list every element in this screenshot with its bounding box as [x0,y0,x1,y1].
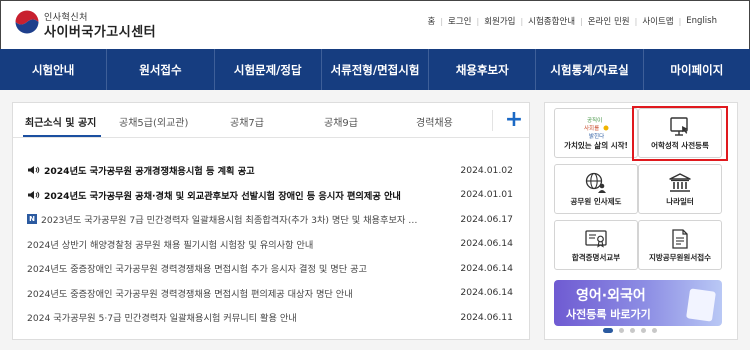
card-icon [686,288,716,322]
pagination-dot[interactable] [652,328,657,333]
list-item-title: 2024년도 국가공무원 공채·경채 및 외교관후보자 선발시험 장애인 등 응… [27,188,443,202]
list-item-title: 2024년도 중증장애인 국가공무원 경력경쟁채용 면접시험 편의제공 대상자 … [27,288,353,300]
divider [492,110,493,131]
utility-nav: 홈 | 로그인 | 회원가입 | 시험종합안내 | 온라인 민원 | 사이트맵 … [422,15,722,27]
quick-label: 공무원 인사제도 [570,197,622,206]
list-item[interactable]: 2024년 상반기 해양경찰청 공무원 채용 필기시험 시험장 및 유의사항 안… [13,232,529,257]
pagination-dot[interactable] [630,328,635,333]
document-icon [639,227,721,251]
quick-local-application[interactable]: 지방공무원원서접수 [638,220,722,270]
quick-personnel-system[interactable]: 공무원 인사제도 [554,164,638,214]
nav-statistics[interactable]: 시험통계/자료실 [535,49,642,90]
quick-label: 나라일터 [666,197,694,206]
util-link-home[interactable]: 홈 [422,15,440,27]
list-item[interactable]: 2024년도 중증장애인 국가공무원 경력경쟁채용 면접시험 추가 응시자 결정… [13,256,529,281]
banner-line1: 영어·외국어 [576,288,646,304]
list-item-text: 2024년도 국가공무원 공개경쟁채용시험 등 계획 공고 [44,166,255,178]
list-item-title: 2024 국가공무원 5·7급 민간경력자 일괄채용시험 커뮤니티 활용 안내 [27,313,297,325]
site-name[interactable]: 사이버국가고시센터 [44,21,156,40]
active-tab-indicator [23,135,101,137]
speaker-icon [28,190,40,199]
list-item[interactable]: 2024 국가공무원 5·7급 민간경력자 일괄채용시험 커뮤니티 활용 안내 … [13,305,529,330]
quick-label: 지방공무원원서접수 [648,253,712,262]
nav-candidates[interactable]: 채용후보자 [428,49,535,90]
language-registration-banner[interactable]: 영어·외국어 사전등록 바로가기 [554,280,722,326]
government-building-icon [639,171,721,195]
list-item-date: 2024.06.17 [460,213,513,225]
pagination-dot[interactable] [619,328,624,333]
quick-narailteo[interactable]: 나라일터 [638,164,722,214]
nav-exam-questions[interactable]: 시험문제/정답 [213,49,321,90]
pagination-dot-active[interactable] [603,328,613,333]
util-link-signup[interactable]: 회원가입 [479,15,520,27]
pagination-dot[interactable] [641,328,646,333]
list-item-title: N 2023년도 국가공무원 7급 민간경력자 일괄채용시험 최종합격자(추가 … [27,212,443,226]
certificate-icon [555,227,637,251]
util-link-exam-guide[interactable]: 시험종합안내 [523,15,580,27]
quick-label: 합격증명서교부 [571,253,621,262]
list-item[interactable]: 2024년도 국가공무원 공채·경채 및 외교관후보자 선발시험 장애인 등 응… [13,183,529,208]
banner-pagination [603,328,657,333]
new-badge: N [27,214,37,225]
logo-text-2: 사회를 [584,124,599,132]
tab-recent-news[interactable]: 최근소식 및 공지 [25,114,96,129]
list-item-date: 2024.06.14 [460,262,513,274]
banner-line2: 사전등록 바로가기 [566,308,651,321]
list-item-title: 2024년도 중증장애인 국가공무원 경력경쟁채용 면접시험 추가 응시자 결정… [27,264,367,276]
list-item-text: 2024년도 국가공무원 공채·경채 및 외교관후보자 선발시험 장애인 등 응… [44,190,401,202]
util-link-sitemap[interactable]: 사이트맵 [637,15,678,27]
nav-mypage[interactable]: 마이페이지 [642,49,750,90]
nav-application[interactable]: 원서접수 [106,49,213,90]
site-header: 인사혁신처 사이버국가고시센터 홈 | 로그인 | 회원가입 | 시험종합안내 … [0,0,750,44]
util-link-english[interactable]: English [681,16,722,26]
main-nav: 시험안내 원서접수 시험문제/정답 서류전형/면접시험 채용후보자 시험통계/자… [0,49,750,90]
list-item-title: 2024년 상반기 해양경찰청 공무원 채용 필기시험 시험장 및 유의사항 안… [27,239,314,251]
list-item-date: 2024.06.14 [460,238,513,250]
list-item-date: 2024.01.02 [460,164,513,176]
logo-text-1: 공직이 [587,116,602,124]
news-panel: 최근소식 및 공지 공채5급(외교관) 공채7급 공채9급 경력채용 + 202… [12,102,530,340]
logo-text-3: 밝힌다 [589,132,604,140]
list-item[interactable]: N 2023년도 국가공무원 7급 민간경력자 일괄채용시험 최종합격자(추가 … [13,207,529,232]
list-item-date: 2024.01.01 [460,189,513,201]
list-item-date: 2024.06.14 [460,287,513,299]
news-tabs: 최근소식 및 공지 공채5급(외교관) 공채7급 공채9급 경력채용 + [13,103,529,138]
highlight-box [632,106,728,161]
government-logo-icon[interactable] [14,9,40,35]
list-item-title: 2024년도 국가공무원 공개경쟁채용시험 등 계획 공고 [27,163,443,177]
util-link-online-petition[interactable]: 온라인 민원 [583,15,635,27]
tab-career[interactable]: 경력채용 [416,114,453,129]
list-item[interactable]: 2024년도 국가공무원 공개경쟁채용시험 등 계획 공고 2024.01.02 [13,158,529,183]
value-logo-icon: 공직이 사회를 밝힌다 [555,115,637,140]
news-list: 2024년도 국가공무원 공개경쟁채용시험 등 계획 공고 2024.01.02… [13,158,529,330]
quick-value-slogan[interactable]: 공직이 사회를 밝힌다 가치있는 삶의 시작! [554,108,638,158]
tab-grade5-diplomat[interactable]: 공채5급(외교관) [119,114,188,129]
list-item-text: 2023년도 국가공무원 7급 민간경력자 일괄채용시험 최종합격자(추가 3차… [41,215,418,227]
list-item-date: 2024.06.11 [460,311,513,323]
globe-person-icon [555,171,637,195]
tab-grade9[interactable]: 공채9급 [324,114,358,129]
util-link-login[interactable]: 로그인 [443,15,476,27]
nav-exam-info[interactable]: 시험안내 [0,49,106,90]
nav-document-interview[interactable]: 서류전형/면접시험 [320,49,428,90]
quick-label: 가치있는 삶의 시작! [564,141,628,150]
more-plus-button[interactable]: + [503,109,525,132]
list-item[interactable]: 2024년도 중증장애인 국가공무원 경력경쟁채용 면접시험 편의제공 대상자 … [13,281,529,306]
speaker-icon [28,166,40,175]
quick-pass-certificate[interactable]: 합격증명서교부 [554,220,638,270]
tab-grade7[interactable]: 공채7급 [230,114,264,129]
